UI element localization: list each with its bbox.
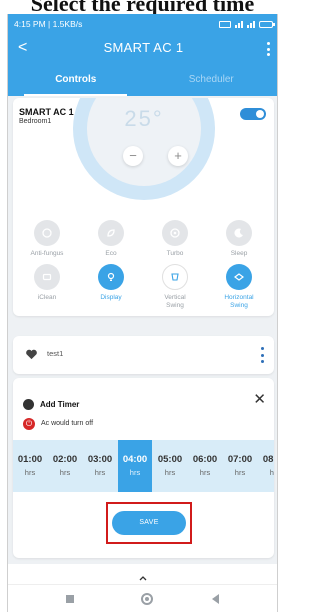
hour-option[interactable]: 03:00 hrs [83, 440, 117, 492]
sim-icon [219, 20, 231, 28]
favorite-menu-icon[interactable] [261, 347, 265, 363]
signal-icon [235, 20, 243, 28]
hour-value: 06:00 [192, 454, 218, 465]
mode-horizontal-swing[interactable]: Horizontal Swing [211, 264, 267, 310]
decrease-temp-button[interactable]: − [123, 146, 143, 166]
home-icon[interactable] [141, 593, 153, 605]
hour-unit: hrs [24, 468, 36, 477]
temperature-readout: 25° [124, 106, 164, 131]
phone-screen: 4:15 PM | 1.5KB/s < SMART AC 1 Controls … [7, 14, 278, 612]
vertical-swing-icon [162, 264, 188, 290]
favorite-name: test1 [47, 349, 64, 358]
hour-unit: hrs [269, 468, 274, 477]
tab-scheduler[interactable]: Scheduler [144, 64, 278, 96]
recent-apps-icon[interactable] [66, 595, 74, 603]
hour-value: 08:00 [262, 454, 274, 465]
sleep-icon [226, 220, 252, 246]
turbo-icon [162, 220, 188, 246]
horizontal-swing-icon [226, 264, 252, 290]
mode-label: Turbo [166, 250, 184, 257]
power-off-icon: ⏻ [23, 418, 35, 430]
back-arrow-icon[interactable]: < [18, 38, 27, 58]
hour-unit: hrs [234, 468, 246, 477]
nav-back-icon[interactable] [212, 594, 219, 604]
anti-fungus-icon [34, 220, 60, 246]
tab-bar: Controls Scheduler [8, 64, 278, 96]
device-room: Bedroom1 [19, 118, 52, 125]
mode-label: Anti-fungus [30, 250, 64, 257]
tab-controls[interactable]: Controls [8, 64, 144, 96]
display-icon [98, 264, 124, 290]
chevron-up-icon[interactable] [138, 573, 148, 583]
device-name: SMART AC 1 [19, 107, 74, 117]
hour-value: 07:00 [227, 454, 253, 465]
battery-icon [259, 20, 275, 28]
app-title: SMART AC 1 [103, 40, 184, 55]
mode-iclean[interactable]: iClean [19, 264, 75, 302]
temperature-dial[interactable]: 25° − + [73, 98, 215, 200]
hours-picker[interactable]: 01:00 hrs 02:00 hrs 03:00 hrs 04:00 hrs … [13, 440, 274, 492]
hour-unit: hrs [164, 468, 176, 477]
status-time-speed: 4:15 PM | 1.5KB/s [14, 19, 83, 29]
hour-option[interactable]: 07:00 hrs [223, 440, 257, 492]
app-bar: < SMART AC 1 [8, 34, 277, 64]
status-bar: 4:15 PM | 1.5KB/s [8, 14, 277, 34]
mode-label: Vertical Swing [164, 294, 186, 309]
clock-icon [23, 399, 34, 410]
mode-label: Horizontal Swing [224, 294, 254, 309]
hour-option[interactable]: 06:00 hrs [188, 440, 222, 492]
status-icons [219, 20, 275, 28]
system-nav-bar [8, 584, 277, 612]
device-card: 25° − + SMART AC 1 Bedroom1 Anti-fungus … [13, 98, 274, 316]
overflow-menu-icon[interactable] [265, 42, 271, 56]
hour-value: 04:00 [122, 454, 148, 465]
mode-label: Sleep [230, 250, 248, 257]
add-timer-card: Add Timer ✕ ⏻ Ac would turn off 01:00 hr… [13, 378, 274, 558]
mode-vertical-swing[interactable]: Vertical Swing [147, 264, 203, 310]
mode-label: Eco [105, 250, 117, 257]
favorite-card[interactable]: test1 [13, 336, 274, 374]
mode-anti-fungus[interactable]: Anti-fungus [19, 220, 75, 258]
mode-sleep[interactable]: Sleep [211, 220, 267, 258]
hour-unit: hrs [129, 468, 141, 477]
hour-option[interactable]: 08:00 hrs [258, 440, 274, 492]
mode-eco[interactable]: Eco [83, 220, 139, 258]
heart-icon [26, 349, 37, 360]
hour-unit: hrs [59, 468, 71, 477]
hour-option[interactable]: 01:00 hrs [13, 440, 47, 492]
eco-icon [98, 220, 124, 246]
save-button[interactable]: SAVE [112, 511, 186, 535]
increase-temp-button[interactable]: + [168, 146, 188, 166]
close-icon[interactable]: ✕ [253, 392, 266, 407]
power-toggle[interactable] [240, 108, 266, 120]
hour-option[interactable]: 02:00 hrs [48, 440, 82, 492]
hour-value: 03:00 [87, 454, 113, 465]
iclean-icon [34, 264, 60, 290]
signal-2-icon [247, 20, 255, 28]
hour-option-selected[interactable]: 04:00 hrs [118, 440, 152, 492]
mode-label: iClean [37, 294, 57, 301]
hour-value: 05:00 [157, 454, 183, 465]
hour-option[interactable]: 05:00 hrs [153, 440, 187, 492]
hour-unit: hrs [94, 468, 106, 477]
hour-value: 01:00 [17, 454, 43, 465]
mode-turbo[interactable]: Turbo [147, 220, 203, 258]
hour-unit: hrs [199, 468, 211, 477]
hour-value: 02:00 [52, 454, 78, 465]
mode-display[interactable]: Display [83, 264, 139, 302]
timer-subtitle: Ac would turn off [41, 420, 94, 427]
timer-title: Add Timer [40, 400, 80, 409]
mode-label: Display [100, 294, 122, 301]
